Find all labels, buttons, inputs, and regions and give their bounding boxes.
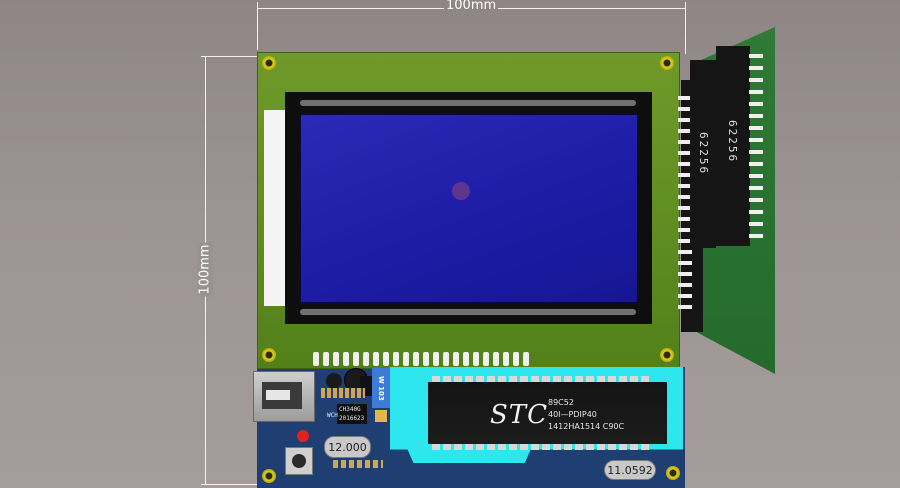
lcd-bezel-bar-bottom (300, 309, 636, 315)
width-dimension-tick-right (685, 2, 686, 54)
crystal-left: 12.000 (324, 436, 371, 458)
side-chip-label: WCH (327, 412, 338, 419)
potentiometer-label: W 103 (377, 375, 385, 401)
mcu-package: 40I—PDIP40 (548, 410, 597, 419)
ram-chip-1-label: 62256 (697, 132, 710, 176)
capacitor-small (375, 410, 387, 422)
mount-hole-pcb-right (666, 466, 680, 480)
lcd-bezel-bar-top (300, 100, 636, 106)
screen-center-dot (452, 182, 470, 200)
potentiometer: W 103 (372, 368, 390, 408)
mount-hole-pcb-left (262, 469, 276, 483)
capacitor-2 (326, 373, 342, 389)
mcu-lot: 1412HA1514 C90C (548, 422, 625, 431)
reset-button-cap (292, 454, 306, 468)
mount-hole-top-left (262, 56, 276, 70)
width-dimension-tick-left (257, 2, 258, 50)
height-dimension-label: 100mm (197, 242, 213, 297)
height-dimension-tick-bottom (201, 484, 257, 485)
mount-hole-bottom-left (262, 348, 276, 362)
lcd-backlight-strip (264, 110, 285, 306)
ram-chip-2-pins (749, 54, 763, 238)
mcu-logo: STC (490, 400, 549, 430)
reset-button[interactable] (285, 447, 313, 475)
height-dimension-tick-top (201, 56, 257, 57)
lcd-screen (300, 114, 638, 303)
mount-hole-top-right (660, 56, 674, 70)
mcu-model: 89C52 (548, 398, 574, 407)
ram-chip-2: 62256 (716, 46, 750, 246)
ram-chip-2-label: 62256 (726, 120, 739, 164)
usb-uart-chip: CH340G 2016623 (337, 404, 367, 424)
led-red (297, 430, 309, 442)
smd-strip-2 (333, 460, 383, 468)
width-dimension-label: 100mm (444, 0, 499, 13)
crystal-right: 11.0592 (604, 460, 656, 480)
usb-port-tab (266, 390, 290, 400)
smd-strip-1 (321, 388, 365, 398)
mcu-pins-bottom (432, 444, 649, 450)
mount-hole-bottom-right (660, 348, 674, 362)
lcd-header-pins (313, 352, 543, 366)
crystal-right-label: 11.0592 (607, 463, 653, 477)
usb-uart-chip-sublabel: 2016623 (339, 415, 365, 422)
ram-chip-1: 62256 (690, 60, 716, 248)
crystal-left-label: 12.000 (328, 440, 367, 454)
usb-uart-chip-label: CH340G (339, 406, 361, 413)
